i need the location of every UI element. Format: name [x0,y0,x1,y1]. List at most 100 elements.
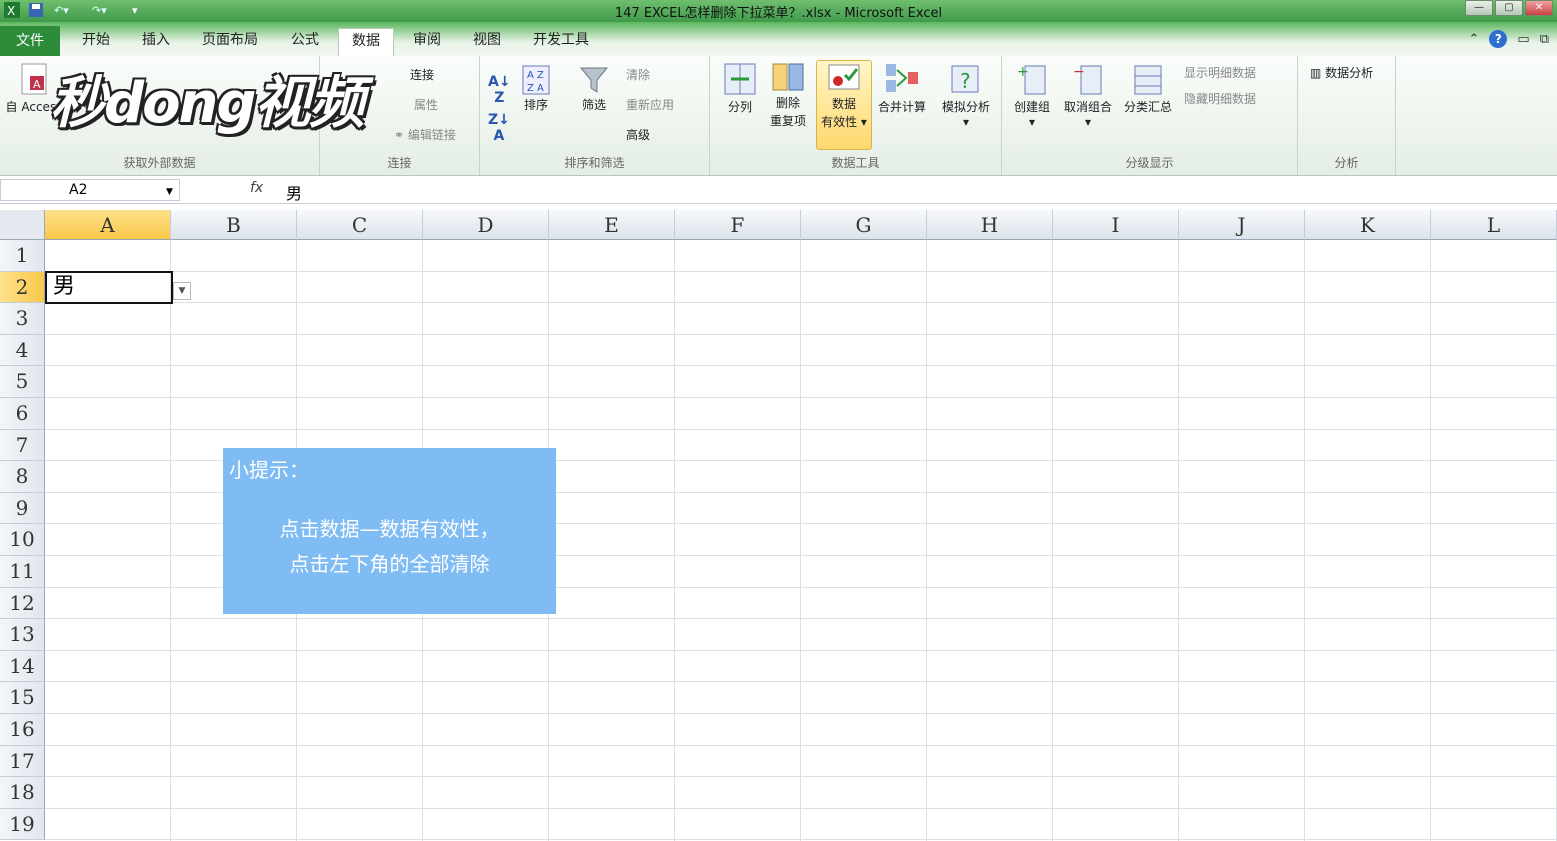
edit-links-button[interactable]: ⚭ 编辑链接 [394,126,456,143]
row-header-8[interactable]: 8 [0,461,45,493]
what-if-analysis-button[interactable]: ? 模拟分析 ▾ [936,62,996,129]
clear-button[interactable]: 清除 [626,66,650,83]
data-analysis-label: 数据分析 [1325,66,1374,80]
row-header-12[interactable]: 12 [0,587,45,620]
column-header-j[interactable]: J [1179,210,1305,240]
edit-links-label: 编辑链接 [407,128,456,142]
window-title: 147 EXCEL怎样删除下拉菜单？.xlsx - Microsoft Exce… [614,6,943,21]
row-header-9[interactable]: 9 [0,492,45,525]
tab-view[interactable]: 视图 [464,28,510,56]
chevron-down-icon[interactable]: ▼ [166,187,173,197]
tab-page-layout[interactable]: 页面布局 [196,28,264,56]
column-header-d[interactable]: D [423,210,549,240]
row-header-16[interactable]: 16 [0,714,45,746]
group-label-external: 获取外部数据 [123,156,196,170]
group-analysis: ▥ 数据分析 分析 [1298,56,1396,175]
sort-asc-icon[interactable]: A↓ Z [488,74,511,106]
dropdown-arrow-icon[interactable]: ▼ [173,282,191,300]
tab-data[interactable]: 数据 [338,28,394,56]
sort-label: 排序 [523,98,548,112]
text-to-columns-label: 分列 [727,100,752,114]
row-header-3[interactable]: 3 [0,303,45,335]
column-header-k[interactable]: K [1305,210,1431,240]
doc-minimize-icon[interactable]: ▭ [1517,32,1529,47]
subtotal-icon [1134,65,1162,95]
grid-line [45,302,1557,304]
name-box[interactable]: A2 [0,179,180,201]
row-header-4[interactable]: 4 [0,334,45,367]
watermark-logo: 秒dong视频 [50,71,365,136]
consolidate-label: 合并计算 [877,100,926,114]
remove-duplicates-button[interactable]: 删除 重复项 [766,62,810,130]
filter-button[interactable]: 筛选 [574,64,614,113]
tab-home[interactable]: 开始 [72,28,120,56]
row-header-19[interactable]: 19 [0,808,45,841]
column-header-c[interactable]: C [297,210,423,240]
row-header-13[interactable]: 13 [0,619,45,651]
group-button[interactable]: + 创建组 ▾ [1006,62,1058,129]
grid-line [45,807,1557,809]
chevron-down-icon: ▾ [962,115,970,129]
minimize-button[interactable]: — [1465,0,1493,16]
column-header-b[interactable]: B [171,210,297,240]
remove-duplicates-label-2: 重复项 [769,114,806,128]
sort-button[interactable]: A Z Z A 排序 [516,64,556,113]
hide-detail-button[interactable]: 隐藏明细数据 [1184,90,1256,107]
row-header-18[interactable]: 18 [0,777,45,809]
tab-insert[interactable]: 插入 [132,28,180,56]
column-header-g[interactable]: G [801,210,927,240]
column-header-h[interactable]: H [927,210,1053,240]
data-analysis-button[interactable]: ▥ 数据分析 [1310,64,1373,81]
properties-button[interactable]: 属性 [414,96,438,113]
formula-input[interactable]: 男 [286,180,302,204]
close-button[interactable]: ✕ [1525,0,1553,16]
tab-formulas[interactable]: 公式 [282,28,328,56]
column-header-e[interactable]: E [549,210,675,240]
column-header-a[interactable]: A [45,210,171,240]
tip-title: 小提示： [229,458,309,482]
active-cell-a2[interactable]: 男 [45,271,173,304]
column-header-f[interactable]: F [675,210,801,240]
select-all-button[interactable] [0,210,45,240]
data-validation-icon [828,64,860,90]
row-header-11[interactable]: 11 [0,556,45,588]
help-icon[interactable]: ? [1489,30,1508,48]
row-header-14[interactable]: 14 [0,650,45,683]
data-validation-button[interactable]: 数据 有效性 ▾ [816,60,872,150]
row-header-5[interactable]: 5 [0,366,45,398]
group-label-analysis: 分析 [1334,156,1359,170]
connections-button[interactable]: 连接 [410,66,434,83]
row-header-6[interactable]: 6 [0,398,45,430]
row-header-10[interactable]: 10 [0,524,45,556]
row-header-15[interactable]: 15 [0,682,45,714]
insert-function-icon[interactable]: fx [250,180,263,196]
row-header-7[interactable]: 7 [0,429,45,462]
consolidate-button[interactable]: 合并计算 [872,62,932,115]
text-to-columns-button[interactable]: 分列 [720,62,760,115]
what-if-label: 模拟分析 [941,100,990,114]
subtotal-button[interactable]: 分类汇总 [1118,62,1178,115]
advanced-button[interactable]: 高级 [626,126,650,143]
tab-developer[interactable]: 开发工具 [526,28,596,56]
doc-restore-icon[interactable]: ⧉ [1540,32,1549,47]
maximize-button[interactable]: ▢ [1495,0,1523,16]
row-header-2[interactable]: 2 [0,271,45,304]
worksheet-grid[interactable]: ABCDEFGHIJKL 1 2 3 4 5 6 7 8 9 10 11 12 13 14 15 16 17 18… [0,210,1557,841]
row-header-1[interactable]: 1 [0,240,45,272]
column-header-i[interactable]: I [1053,210,1179,240]
column-header-l[interactable]: L [1431,210,1557,240]
reapply-button[interactable]: 重新应用 [626,96,674,113]
show-detail-button[interactable]: 显示明细数据 [1184,64,1256,81]
row-header-17[interactable]: 17 [0,745,45,778]
filter-funnel-icon [579,67,609,93]
group-label-connections: 连接 [387,156,412,170]
svg-text:−: − [1073,64,1085,80]
chart-icon: ▥ [1310,66,1326,80]
tab-file[interactable]: 文件 [0,26,60,56]
tab-review[interactable]: 审阅 [404,28,450,56]
what-if-icon: ? [951,65,979,93]
group-label-sort: 排序和筛选 [564,156,625,170]
ungroup-button[interactable]: − 取消组合 ▾ [1058,62,1118,129]
minimize-ribbon-icon[interactable]: ⌃ [1469,32,1480,47]
sort-desc-icon[interactable]: Z↓ A [488,112,510,144]
